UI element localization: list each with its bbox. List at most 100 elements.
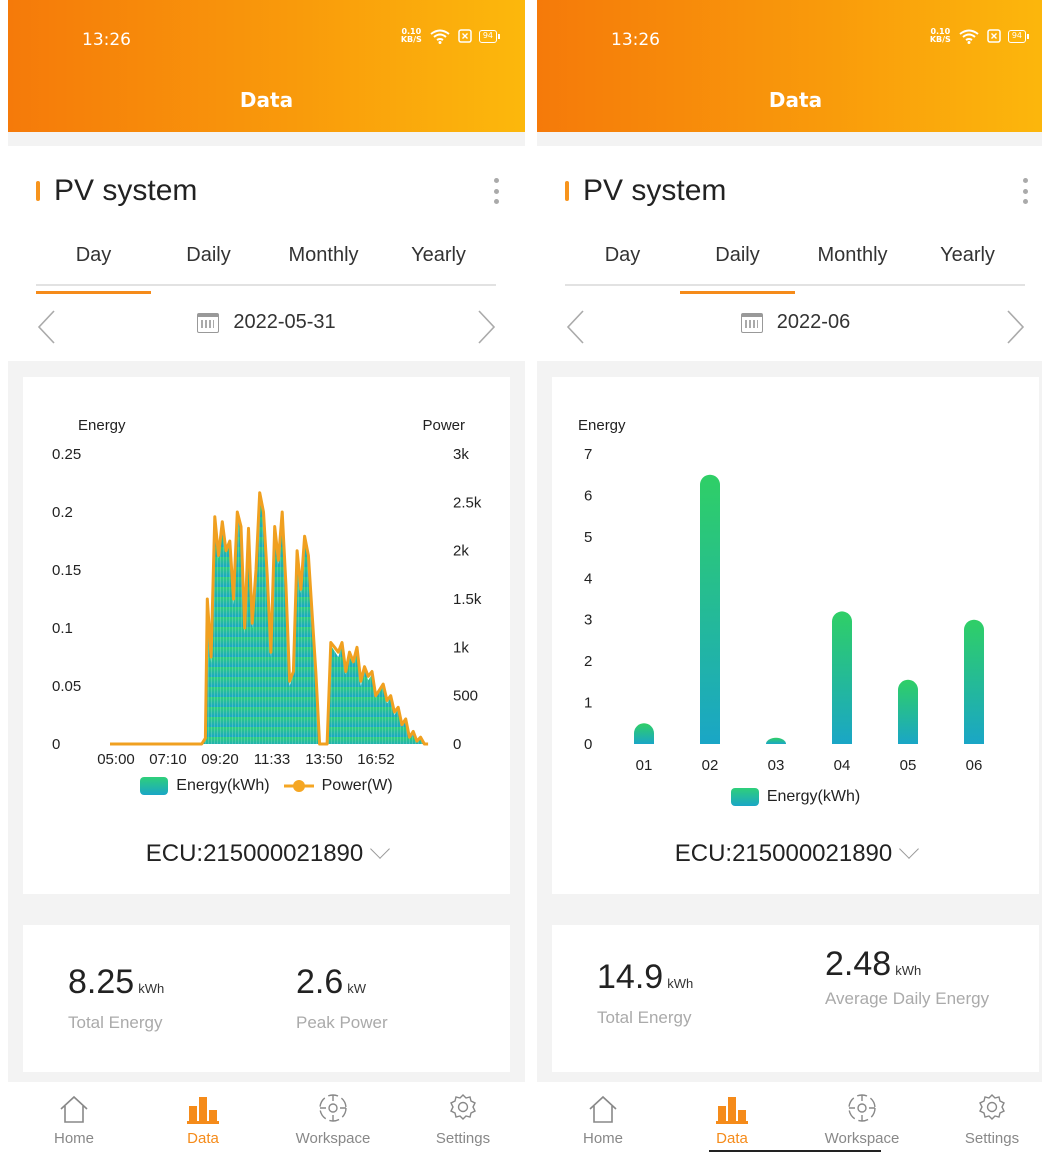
left-axis-title: Energy bbox=[78, 417, 126, 434]
status-icons: 0.10 KB/S 94 bbox=[929, 27, 1030, 44]
y-left-tick-label: 0 bbox=[52, 736, 60, 753]
app-header: 13:26 0.10 KB/S 94 Data bbox=[537, 0, 1042, 132]
nav-data[interactable]: Data bbox=[153, 1082, 253, 1147]
y-tick-label: 2 bbox=[584, 653, 592, 670]
y-tick-label: 7 bbox=[584, 446, 592, 463]
stats-card: 8.25 kWh Total Energy 2.6 kW Peak Power bbox=[23, 925, 510, 1072]
calendar-icon bbox=[740, 312, 763, 333]
next-date-arrow[interactable] bbox=[477, 308, 497, 354]
y-left-tick-label: 0.25 bbox=[52, 446, 81, 463]
legend-energy-swatch bbox=[140, 777, 169, 795]
bar-02 bbox=[700, 474, 720, 744]
x-tick-label: 02 bbox=[702, 757, 719, 774]
tab-daily[interactable]: Daily bbox=[680, 240, 795, 294]
stat-unit: kWh bbox=[895, 963, 922, 978]
nav-workspace[interactable]: Workspace bbox=[812, 1082, 912, 1147]
stat-label: Peak Power bbox=[296, 1013, 388, 1032]
left-axis-title: Energy bbox=[578, 417, 626, 434]
y-right-tick-label: 0 bbox=[453, 736, 461, 753]
x-tick-label: 11:33 bbox=[254, 751, 290, 768]
status-time: 13:26 bbox=[82, 30, 131, 50]
chart-card: Energy 01234567 01 02 03 04 05 06 Energy(kWh)… bbox=[552, 377, 1039, 894]
nav-workspace[interactable]: Workspace bbox=[283, 1082, 383, 1147]
phone-screen-day: 13:26 0.10 KB/S 94 Data PV system Day Da… bbox=[8, 0, 525, 1153]
network-speed: 0.10 KB/S bbox=[400, 27, 422, 44]
battery-icon: 94 bbox=[1007, 29, 1030, 43]
selected-date: 2022-05-31 bbox=[233, 311, 336, 333]
nav-settings[interactable]: Settings bbox=[942, 1082, 1042, 1147]
stat-label: Average Daily Energy bbox=[825, 989, 990, 1008]
legend-energy-swatch bbox=[730, 788, 759, 806]
date-selector[interactable]: 2022-06 bbox=[537, 311, 1042, 334]
tab-day[interactable]: Day bbox=[565, 240, 680, 284]
x-tick-label: 09:20 bbox=[201, 751, 239, 768]
period-tabs: Day Daily Monthly Yearly bbox=[36, 240, 496, 294]
x-tick-label: 05:00 bbox=[97, 751, 135, 768]
y-tick-label: 6 bbox=[584, 487, 592, 504]
home-icon bbox=[589, 1095, 617, 1123]
tab-monthly[interactable]: Monthly bbox=[795, 240, 910, 284]
wifi-icon bbox=[959, 29, 979, 44]
date-selector[interactable]: 2022-05-31 bbox=[8, 311, 525, 334]
network-speed: 0.10 KB/S bbox=[929, 27, 951, 44]
more-options-icon[interactable] bbox=[1022, 178, 1028, 204]
page-title: Data bbox=[768, 88, 823, 112]
chevron-down-icon bbox=[370, 839, 391, 859]
tab-day[interactable]: Day bbox=[36, 240, 151, 294]
stat-value: 2.48 bbox=[825, 945, 892, 983]
system-title: PV system bbox=[583, 174, 727, 207]
x-tick-label: 03 bbox=[768, 757, 785, 774]
tab-monthly[interactable]: Monthly bbox=[266, 240, 381, 284]
stat-unit: kWh bbox=[667, 976, 694, 991]
tab-yearly[interactable]: Yearly bbox=[381, 240, 496, 284]
bottom-navigation: Home Data Workspace Settings bbox=[537, 1082, 1042, 1153]
stat-value: 8.25 bbox=[68, 963, 135, 1001]
nav-home[interactable]: Home bbox=[553, 1082, 653, 1147]
legend-power-swatch bbox=[283, 780, 314, 792]
x-tick-label: 13:50 bbox=[305, 751, 343, 768]
bar-03 bbox=[766, 737, 786, 744]
nav-home[interactable]: Home bbox=[24, 1082, 124, 1147]
right-axis-title: Power bbox=[422, 417, 465, 434]
bar-06 bbox=[964, 619, 984, 744]
x-tick-label: 01 bbox=[636, 757, 653, 774]
stat-total-energy: 8.25 kWh Total Energy bbox=[68, 963, 164, 1036]
y-left-tick-label: 0.15 bbox=[52, 562, 81, 579]
home-indicator bbox=[709, 1150, 881, 1152]
y-tick-label: 4 bbox=[584, 570, 592, 587]
stat-average-daily-energy: 2.48 kWh Average Daily Energy bbox=[825, 945, 995, 1012]
stat-unit: kWh bbox=[138, 981, 165, 996]
nav-data[interactable]: Data bbox=[682, 1082, 782, 1147]
bar-05 bbox=[898, 679, 918, 744]
bar-chart-icon bbox=[187, 1097, 219, 1124]
y-left-tick-label: 0.05 bbox=[52, 678, 81, 695]
phone-screen-daily: 13:26 0.10 KB/S 94 Data PV system Day Da… bbox=[537, 0, 1042, 1153]
x-tick-label: 05 bbox=[900, 757, 917, 774]
x-tick-label: 06 bbox=[966, 757, 983, 774]
ecu-selector[interactable]: ECU:215000021890 bbox=[552, 839, 1039, 868]
tab-yearly[interactable]: Yearly bbox=[910, 240, 1025, 284]
status-time: 13:26 bbox=[611, 30, 660, 50]
next-date-arrow[interactable] bbox=[1006, 308, 1026, 354]
y-right-tick-label: 1k bbox=[453, 639, 469, 656]
ecu-id: ECU:215000021890 bbox=[145, 840, 364, 867]
calendar-icon bbox=[197, 312, 220, 333]
more-options-icon[interactable] bbox=[493, 178, 499, 204]
title-accent-bar bbox=[565, 181, 569, 201]
y-tick-label: 1 bbox=[584, 695, 592, 712]
bar-chart-icon bbox=[716, 1097, 748, 1124]
bar-04 bbox=[832, 611, 852, 744]
ecu-selector[interactable]: ECU:215000021890 bbox=[23, 839, 510, 868]
x-tick-label: 07:10 bbox=[149, 751, 187, 768]
chevron-down-icon bbox=[899, 839, 920, 859]
y-right-tick-label: 2k bbox=[453, 543, 469, 560]
x-tick-label: 04 bbox=[834, 757, 851, 774]
period-tabs: Day Daily Monthly Yearly bbox=[565, 240, 1025, 294]
y-right-tick-label: 500 bbox=[453, 688, 478, 705]
tab-daily[interactable]: Daily bbox=[151, 240, 266, 284]
nav-settings[interactable]: Settings bbox=[413, 1082, 513, 1147]
sim-card-icon bbox=[987, 29, 1001, 43]
energy-power-chart: Energy Power 0 0.05 0.1 0.15 0.2 0.25 0 500 1k 1… bbox=[52, 417, 482, 768]
selected-date: 2022-06 bbox=[776, 311, 851, 333]
status-icons: 0.10 KB/S 94 bbox=[400, 27, 501, 44]
